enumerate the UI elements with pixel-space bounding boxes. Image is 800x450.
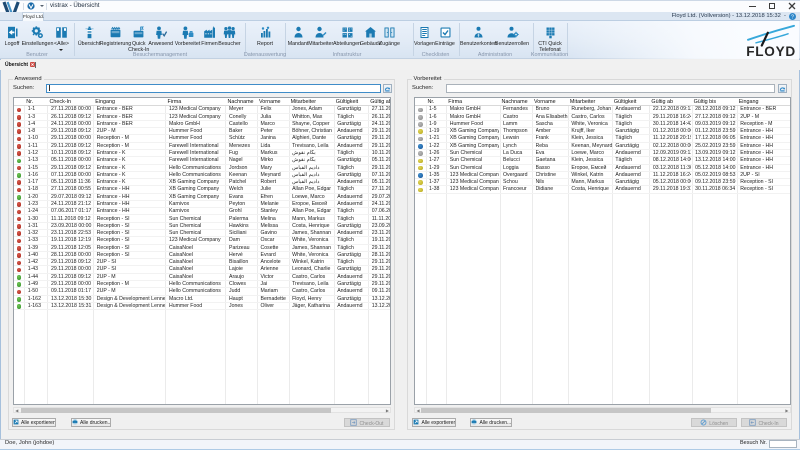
svg-text:FLOYD: FLOYD — [746, 44, 795, 58]
svg-text:?: ? — [791, 14, 794, 20]
